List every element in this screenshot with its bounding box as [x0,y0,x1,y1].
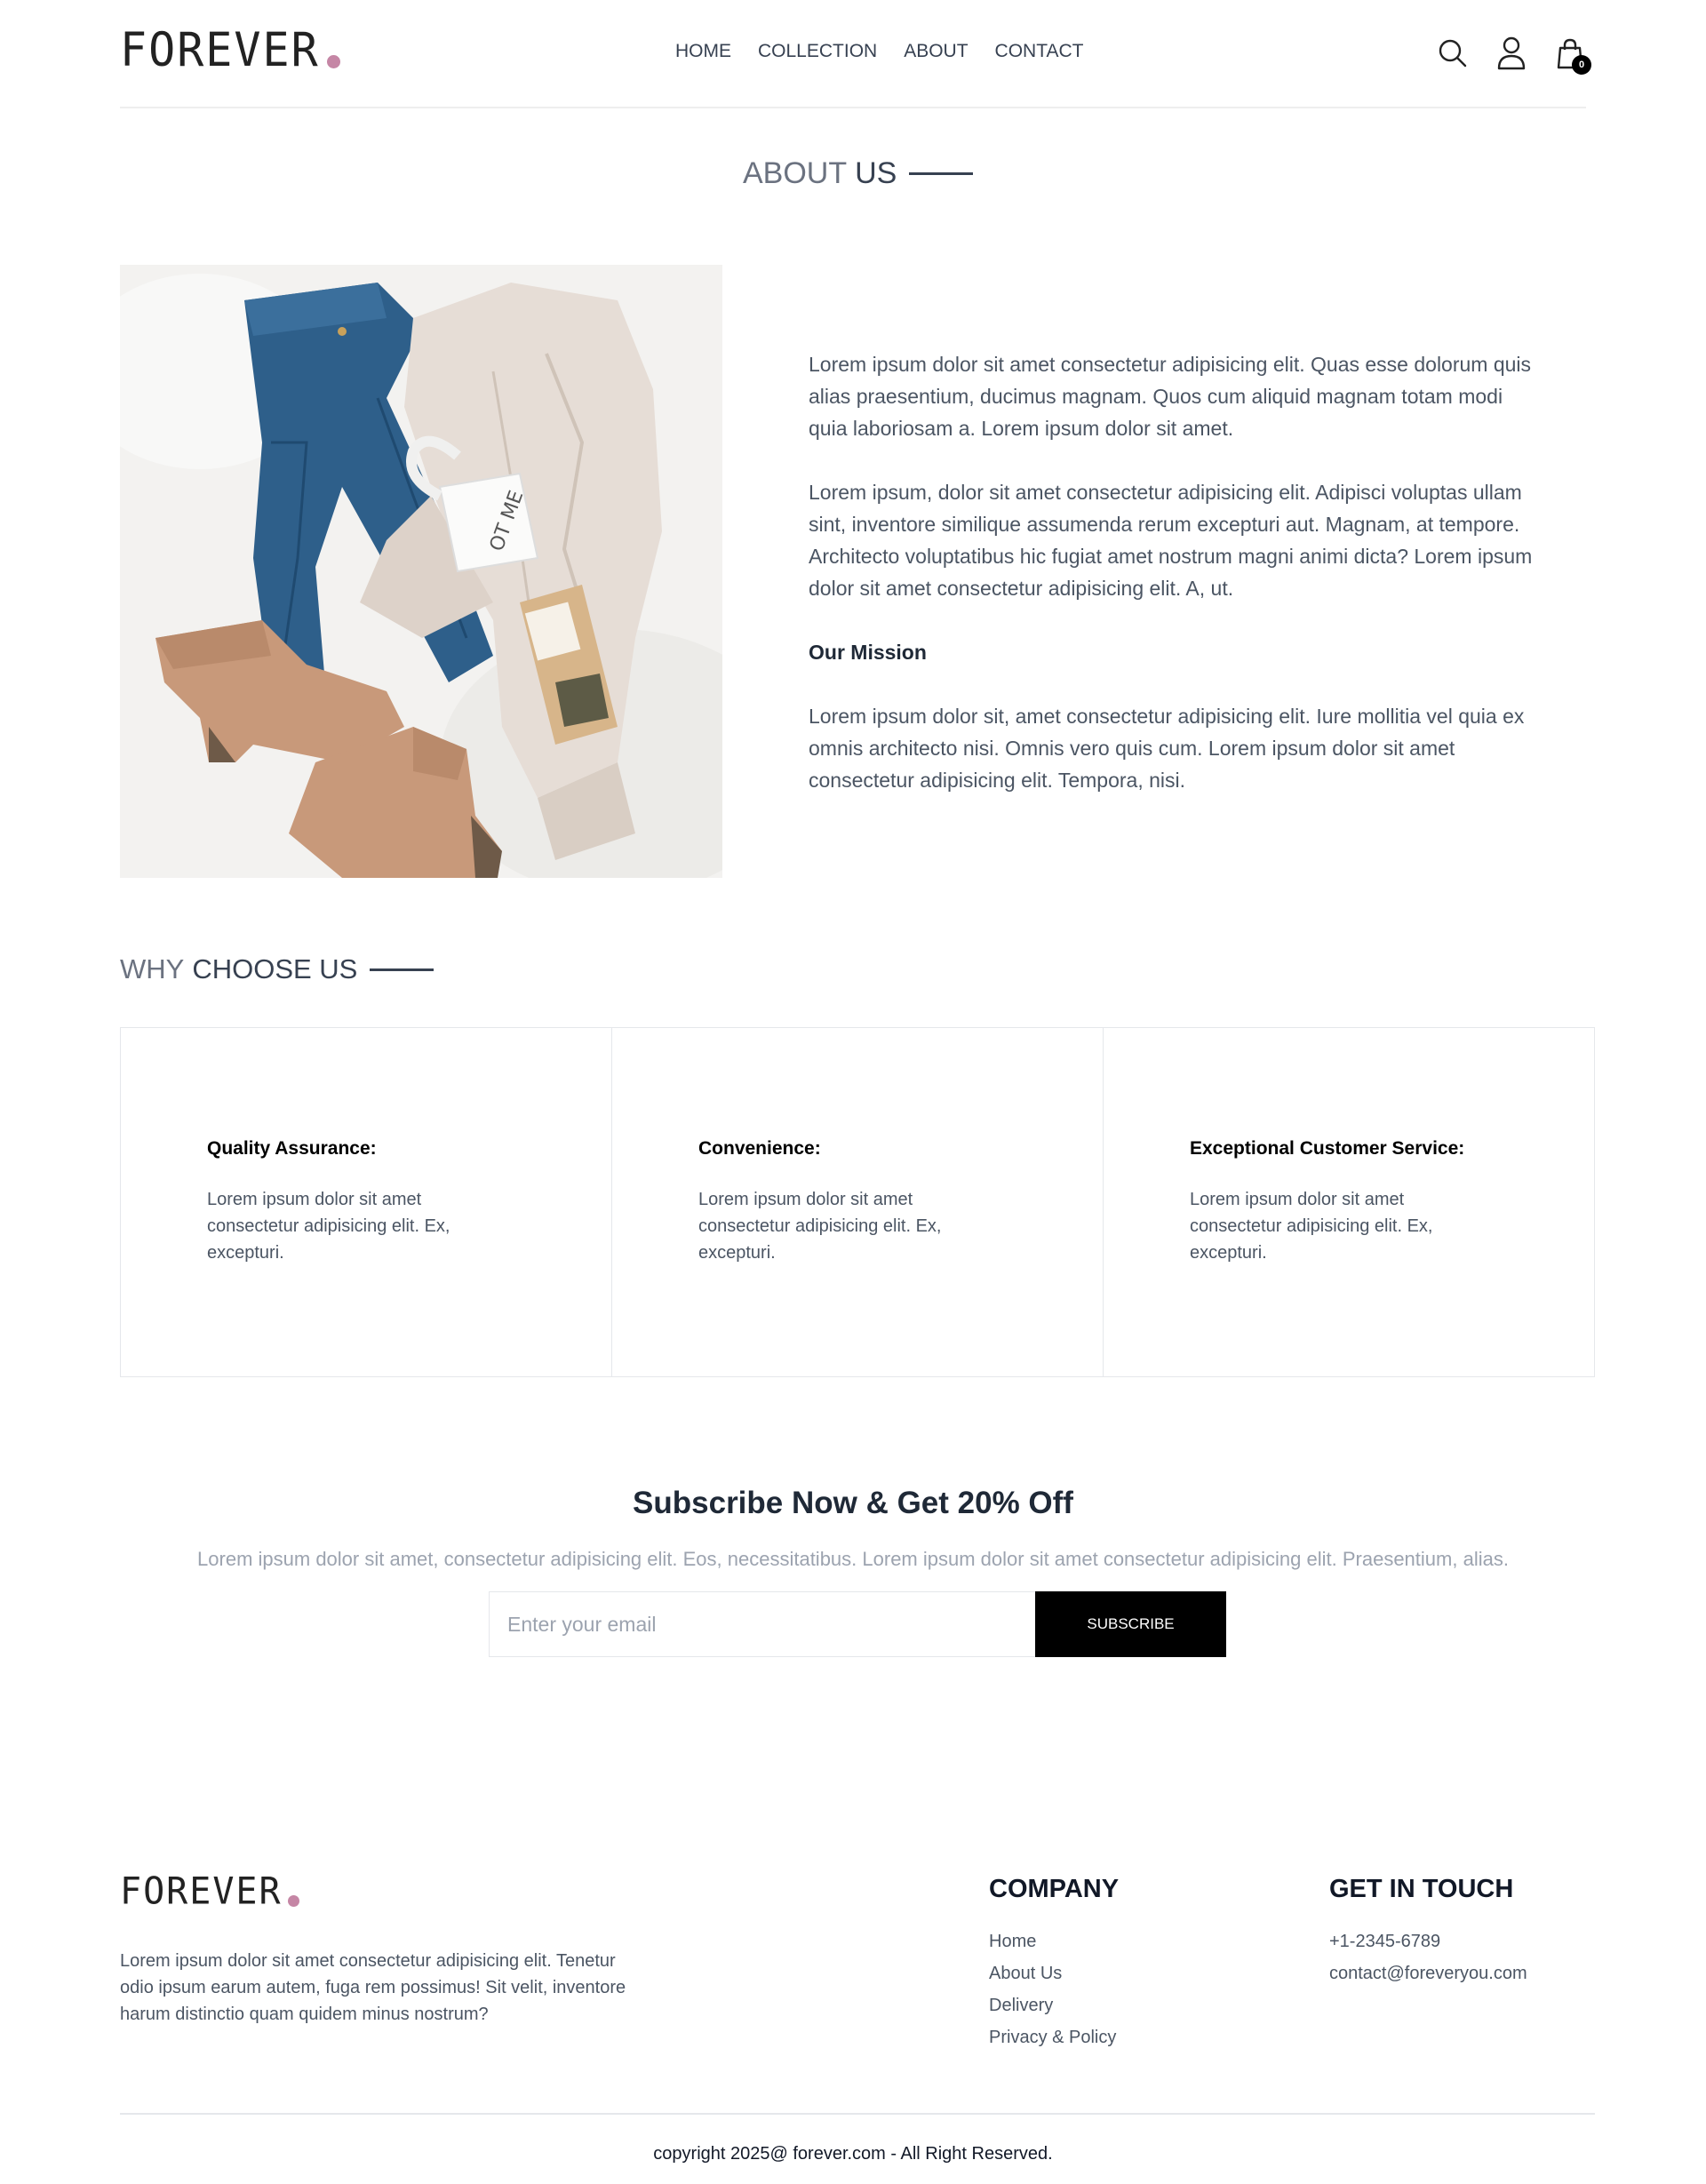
mission-text: Lorem ipsum dolor sit, amet consectetur … [809,705,1525,792]
list-item: Delivery [989,1989,1119,2021]
footer-email: contact@foreveryou.com [1329,1964,1527,1983]
list-item: Privacy & Policy [989,2021,1119,2053]
subscribe-title: Subscribe Now & Get 20% Off [633,1486,1073,1520]
nav-home[interactable]: HOME [675,41,731,62]
footer-link-about[interactable]: About Us [989,1964,1062,1983]
nav-about[interactable]: ABOUT [904,41,968,62]
footer-link-privacy[interactable]: Privacy & Policy [989,2028,1116,2047]
card-title: Convenience: [698,1138,821,1159]
clothes-flatlay-illustration: OT ME [120,265,722,878]
footer-contact: GET IN TOUCH +1-2345-6789 contact@foreve… [1329,1875,1527,1989]
user-icon [1497,36,1526,70]
copyright: copyright 2025@ forever.com - All Right … [653,2144,1053,2164]
main-nav: HOME COLLECTION ABOUT CONTACT [675,41,1083,62]
footer-description: Lorem ipsum dolor sit amet consectetur a… [120,1951,626,2024]
about-title-part2: US [855,156,897,190]
footer-link-delivery[interactable]: Delivery [989,1996,1053,2015]
card-title: Quality Assurance: [207,1138,377,1159]
footer-logo[interactable]: FOREVER [120,1869,299,1914]
logo-text: FOREVER [120,1869,283,1914]
profile-button[interactable] [1495,36,1527,71]
footer-link-home[interactable]: Home [989,1932,1036,1951]
why-title-part2: CHOOSE US [192,953,358,984]
footer-phone: +1-2345-6789 [1329,1932,1441,1951]
title-underline [370,968,434,971]
mission-heading: Our Mission [809,641,927,664]
cart-button[interactable]: 0 [1554,36,1591,75]
email-input[interactable] [489,1591,1035,1657]
card-text: Lorem ipsum dolor sit amet consectetur a… [1190,1190,1433,1263]
footer-company: COMPANY Home About Us Delivery Privacy &… [989,1875,1119,2053]
card-text: Lorem ipsum dolor sit amet consectetur a… [207,1190,450,1263]
card-customer-service: Exceptional Customer Service: Lorem ipsu… [1103,1027,1595,1377]
logo[interactable]: FOREVER [120,22,340,77]
logo-dot [326,55,340,68]
footer-contact-list: +1-2345-6789 contact@foreveryou.com [1329,1925,1527,1989]
card-title: Exceptional Customer Service: [1190,1138,1465,1159]
title-underline [909,172,974,175]
site-header: FOREVER HOME COLLECTION ABOUT CONTACT 0 [120,0,1591,108]
about-text: Lorem ipsum dolor sit amet consectetur a… [809,348,1546,828]
why-cards: Quality Assurance: Lorem ipsum dolor sit… [120,1027,1595,1377]
why-title-part1: WHY [120,953,185,984]
search-icon [1439,39,1467,68]
why-title: WHY CHOOSE US [120,953,434,985]
about-paragraph-1: Lorem ipsum dolor sit amet consectetur a… [809,353,1532,440]
subscribe-form: SUBSCRIBE [489,1591,1226,1657]
card-text: Lorem ipsum dolor sit amet consectetur a… [698,1190,942,1263]
footer-company-heading: COMPANY [989,1875,1120,1903]
about-image: OT ME [120,265,722,878]
card-convenience: Convenience: Lorem ipsum dolor sit amet … [611,1027,1104,1377]
about-title-part1: ABOUT [743,156,848,190]
nav-collection[interactable]: COLLECTION [758,41,877,62]
cart-count-badge: 0 [1572,55,1591,75]
list-item: Home [989,1925,1119,1957]
list-item: About Us [989,1957,1119,1989]
logo-text: FOREVER [120,22,320,77]
footer-company-links: Home About Us Delivery Privacy & Policy [989,1925,1119,2053]
subscribe-text: Lorem ipsum dolor sit amet, consectetur … [197,1548,1509,1570]
card-quality-assurance: Quality Assurance: Lorem ipsum dolor sit… [120,1027,612,1377]
about-title: ABOUT US [743,156,974,191]
header-icons: 0 [1437,36,1591,75]
about-paragraph-2: Lorem ipsum, dolor sit amet consectetur … [809,481,1533,600]
footer-divider [120,2113,1595,2115]
logo-dot [287,1895,299,1907]
subscribe-button[interactable]: SUBSCRIBE [1035,1591,1226,1657]
nav-contact[interactable]: CONTACT [995,41,1084,62]
footer-contact-heading: GET IN TOUCH [1329,1875,1514,1903]
search-button[interactable] [1437,36,1469,71]
